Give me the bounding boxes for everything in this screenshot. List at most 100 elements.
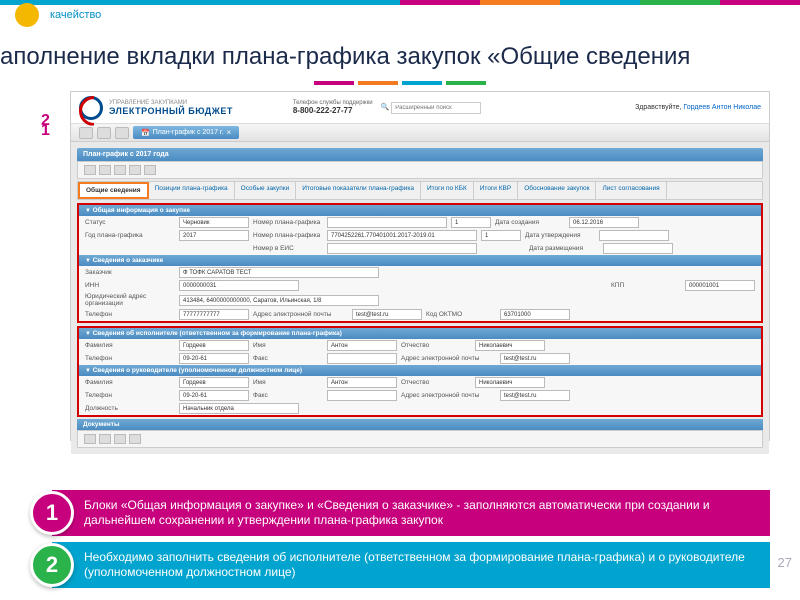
fax-field[interactable] <box>327 353 397 364</box>
label: Дата создания <box>495 219 565 226</box>
tool-button[interactable] <box>129 434 141 444</box>
date-created-field[interactable]: 06.12.2016 <box>569 217 639 228</box>
one-field[interactable]: 1 <box>481 230 521 241</box>
toolbar-button[interactable] <box>97 127 111 139</box>
label: Телефон <box>85 392 175 399</box>
name-field[interactable]: Антон <box>327 377 397 388</box>
tabs-row: Общие сведения Позиции плана-графика Осо… <box>77 181 763 200</box>
tab-positions[interactable]: Позиции плана-графика <box>149 182 235 199</box>
app-body: План-график с 2017 года Общие сведения П… <box>71 142 769 454</box>
label: Отчество <box>401 342 471 349</box>
section-documents[interactable]: Документы <box>77 419 763 430</box>
highlight-block-1: 1 Общая информация о закупке Статус Черн… <box>77 203 763 323</box>
search-input[interactable] <box>391 102 481 114</box>
label: Адрес электронной почты <box>253 311 348 318</box>
user-link[interactable]: Гордеев Антон Николае <box>683 104 761 111</box>
label: Имя <box>253 342 323 349</box>
label: Должность <box>85 405 175 412</box>
fax-field[interactable] <box>327 390 397 401</box>
surname-field[interactable]: Гордеев <box>179 377 249 388</box>
inn-field[interactable]: 0000000031 <box>179 280 299 291</box>
reg-number-field[interactable]: 7704252261.770401001.2017-2019.01 <box>327 230 477 241</box>
email-field[interactable]: test@test.ru <box>500 353 570 364</box>
callouts: 1 Блоки «Общая информация о закупке» и «… <box>30 484 770 588</box>
tool-button[interactable] <box>99 434 111 444</box>
callout-text-2: Необходимо заполнить сведения об исполни… <box>52 542 770 588</box>
highlight-block-2: 2 Сведения об исполнителе (ответственном… <box>77 326 763 417</box>
brand-main: ЭЛЕКТРОННЫЙ БЮДЖЕТ <box>109 106 233 116</box>
close-icon[interactable]: × <box>227 128 232 137</box>
patronymic-field[interactable]: Николаевич <box>475 340 545 351</box>
toolbar-button[interactable] <box>79 127 93 139</box>
label: Номер плана-графика <box>253 232 323 239</box>
open-tab[interactable]: 📅 План-график с 2017 г. × <box>133 126 239 139</box>
label: Имя <box>253 379 323 386</box>
tool-button[interactable] <box>144 165 156 175</box>
tab-kbk[interactable]: Итоги по КБК <box>421 182 474 199</box>
org-header: качейство <box>0 5 800 25</box>
one-field[interactable]: 1 <box>451 217 491 228</box>
label: Дата размещения <box>529 245 599 252</box>
panel-title: План-график с 2017 года <box>77 148 763 161</box>
eis-number-field[interactable] <box>327 243 477 254</box>
title-accent <box>0 81 800 85</box>
annotation-2: 2 <box>41 112 50 130</box>
tool-button[interactable] <box>114 434 126 444</box>
label: Факс <box>253 392 323 399</box>
email-field[interactable]: test@test.ru <box>352 309 422 320</box>
phone-field[interactable]: 77777777777 <box>179 309 249 320</box>
label: Юридический адрес организации <box>85 293 175 307</box>
section-customer[interactable]: Сведения о заказчике <box>79 255 761 266</box>
toolbar-button[interactable] <box>115 127 129 139</box>
position-field[interactable]: Начальник отдела <box>179 403 299 414</box>
support-phone: Телефон службы поддержки 8-800-222-27-77 <box>293 100 373 115</box>
surname-field[interactable]: Гордеев <box>179 340 249 351</box>
calendar-icon: 📅 <box>141 129 150 137</box>
oktmo-field[interactable]: 63701000 <box>500 309 570 320</box>
tool-button[interactable] <box>84 165 96 175</box>
tab-special[interactable]: Особые закупки <box>235 182 297 199</box>
emblem-icon <box>15 3 39 27</box>
email-field[interactable]: test@test.ru <box>500 390 570 401</box>
section-manager[interactable]: Сведения о руководителе (уполномоченном … <box>79 365 761 376</box>
section-executor[interactable]: Сведения об исполнителе (ответственном з… <box>79 328 761 339</box>
callout-1: 1 Блоки «Общая информация о закупке» и «… <box>30 490 770 536</box>
tool-button[interactable] <box>129 165 141 175</box>
app-toolbar: 📅 План-график с 2017 г. × <box>71 124 769 142</box>
date-approved-field[interactable] <box>599 230 669 241</box>
app-header: УПРАВЛЕНИЕ ЗАКУПКАМИ ЭЛЕКТРОННЫЙ БЮДЖЕТ … <box>71 92 769 124</box>
name-field[interactable]: Антон <box>327 340 397 351</box>
label: Отчество <box>401 379 471 386</box>
tab-kvr[interactable]: Итоги КВР <box>474 182 518 199</box>
app-logo-icon <box>79 96 103 120</box>
app-brand: УПРАВЛЕНИЕ ЗАКУПКАМИ ЭЛЕКТРОННЫЙ БЮДЖЕТ <box>109 100 233 116</box>
label: Год плана-графика <box>85 232 175 239</box>
tab-justify[interactable]: Обоснование закупок <box>518 182 596 199</box>
phone-field[interactable]: 09-20-61 <box>179 353 249 364</box>
customer-field[interactable]: Ф ТОФК САРАТОВ ТЕСТ <box>179 267 379 278</box>
tool-button[interactable] <box>99 165 111 175</box>
status-field[interactable]: Черновик <box>179 217 249 228</box>
phone-field[interactable]: 09-20-61 <box>179 390 249 401</box>
section-general-info[interactable]: Общая информация о закупке <box>79 205 761 216</box>
greeting: Здравствуйте, Гордеев Антон Николае <box>635 104 761 111</box>
date-published-field[interactable] <box>603 243 673 254</box>
tab-totals[interactable]: Итоговые показатели плана-графика <box>296 182 421 199</box>
app-screenshot: УПРАВЛЕНИЕ ЗАКУПКАМИ ЭЛЕКТРОННЫЙ БЮДЖЕТ … <box>70 91 770 441</box>
year-field[interactable]: 2017 <box>179 230 249 241</box>
tab-approval[interactable]: Лист согласования <box>596 182 666 199</box>
tool-button[interactable] <box>114 165 126 175</box>
org-name: качейство <box>50 9 101 21</box>
label: Адрес электронной почты <box>401 355 496 362</box>
label: Телефон <box>85 311 175 318</box>
label: Телефон <box>85 355 175 362</box>
label: Фамилия <box>85 379 175 386</box>
callout-2: 2 Необходимо заполнить сведения об испол… <box>30 542 770 588</box>
address-field[interactable]: 413484, 6400000000000, Саратов, Ильинска… <box>179 295 379 306</box>
kpp-field[interactable]: 000001001 <box>685 280 755 291</box>
patronymic-field[interactable]: Николаевич <box>475 377 545 388</box>
tab-general[interactable]: Общие сведения <box>78 182 149 199</box>
tool-button[interactable] <box>84 434 96 444</box>
plan-number-field[interactable] <box>327 217 447 228</box>
label: ИНН <box>85 282 175 289</box>
